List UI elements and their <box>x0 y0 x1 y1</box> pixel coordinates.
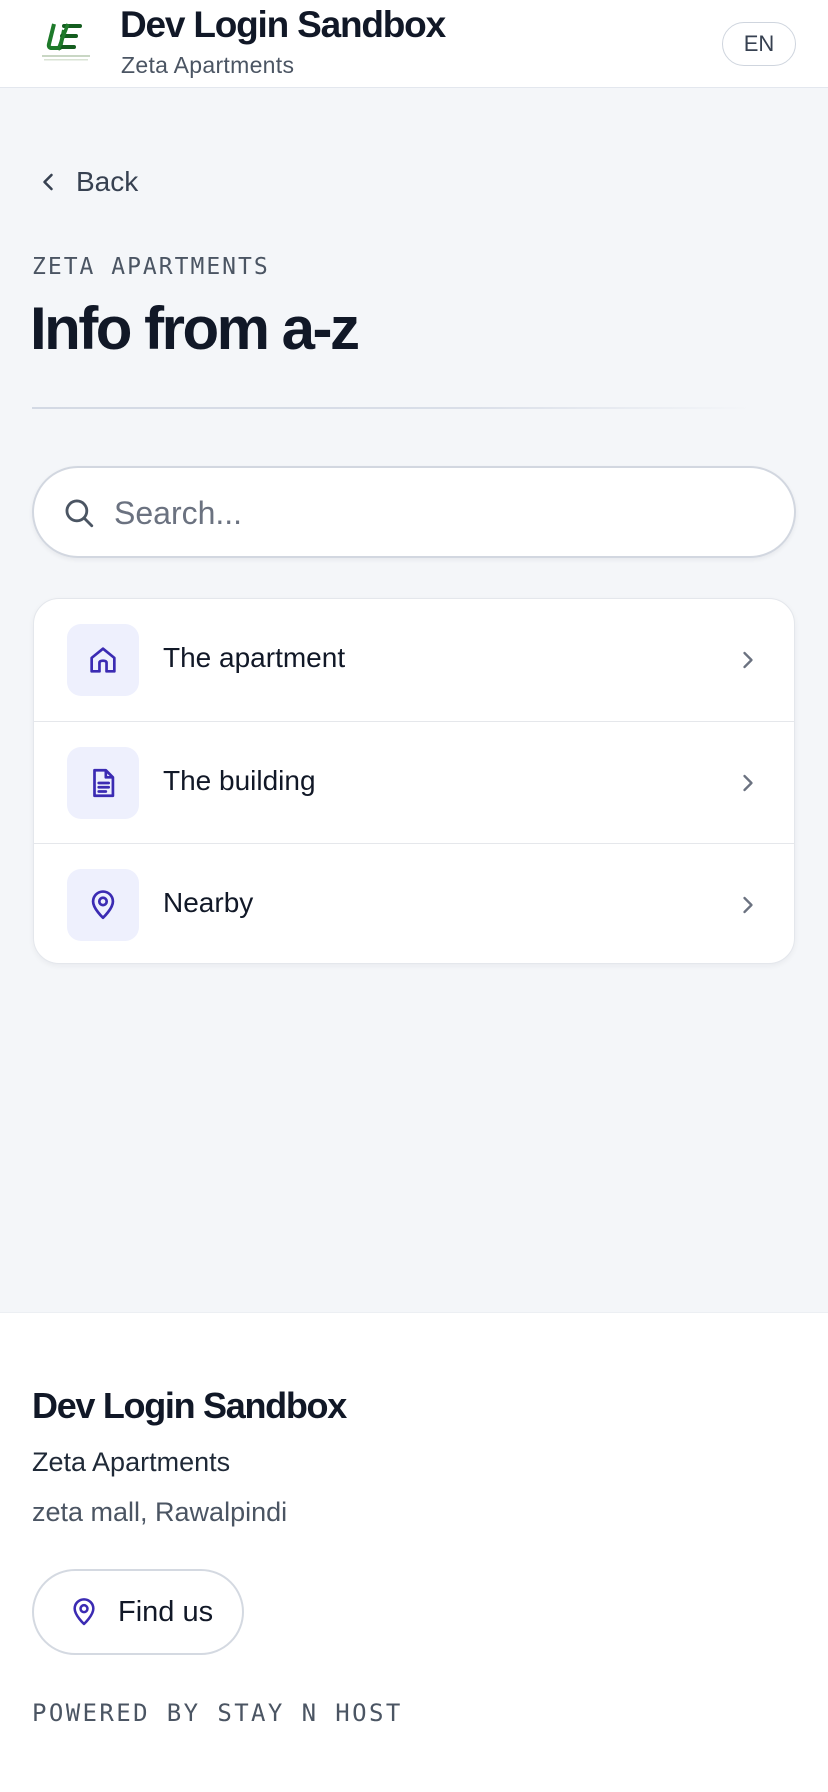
footer-address: zeta mall, Rawalpindi <box>32 1497 288 1527</box>
document-icon <box>93 768 115 798</box>
icon-tile <box>67 869 139 941</box>
search-input[interactable] <box>114 486 754 540</box>
find-us-button[interactable]: Find us <box>32 1569 244 1655</box>
back-label: Back <box>76 166 139 197</box>
list-item-the-apartment[interactable]: The apartment <box>34 599 794 721</box>
find-us-label: Find us <box>118 1595 214 1628</box>
footer-subtitle: Zeta Apartments <box>32 1447 231 1477</box>
chevron-right-icon <box>743 651 753 669</box>
back-link[interactable]: Back <box>34 162 138 202</box>
list-item-the-building[interactable]: The building <box>34 721 794 843</box>
brand-logo[interactable] <box>38 20 94 64</box>
search-bar[interactable] <box>32 466 796 558</box>
list-item-label: The apartment <box>163 642 346 673</box>
list-item-label: Nearby <box>163 887 254 918</box>
info-category-list: The apartment The building Nearby <box>33 598 795 964</box>
title-divider <box>32 407 752 409</box>
chevron-left-icon <box>43 173 53 191</box>
search-icon <box>65 499 94 528</box>
list-item-label: The building <box>163 765 316 796</box>
header-title: Dev Login Sandbox <box>120 4 446 45</box>
header-subtitle: Zeta Apartments <box>121 52 295 78</box>
page-title: Info from a-z <box>30 295 360 362</box>
language-switcher-button[interactable]: EN <box>722 22 796 66</box>
app-header: Dev Login Sandbox Zeta Apartments EN <box>0 0 828 88</box>
powered-by-text: POWERED BY STAY N HOST <box>32 1699 403 1727</box>
chevron-right-icon <box>743 774 753 792</box>
footer-title: Dev Login Sandbox <box>32 1385 347 1426</box>
icon-tile <box>67 747 139 819</box>
icon-tile <box>67 624 139 696</box>
page-eyebrow: ZETA APARTMENTS <box>32 254 270 280</box>
chevron-right-icon <box>743 896 753 914</box>
map-pin-icon <box>73 1598 95 1626</box>
map-pin-icon <box>91 890 115 920</box>
page-footer: Dev Login Sandbox Zeta Apartments zeta m… <box>0 1312 828 1792</box>
home-icon <box>90 647 116 673</box>
list-item-nearby[interactable]: Nearby <box>34 843 794 963</box>
